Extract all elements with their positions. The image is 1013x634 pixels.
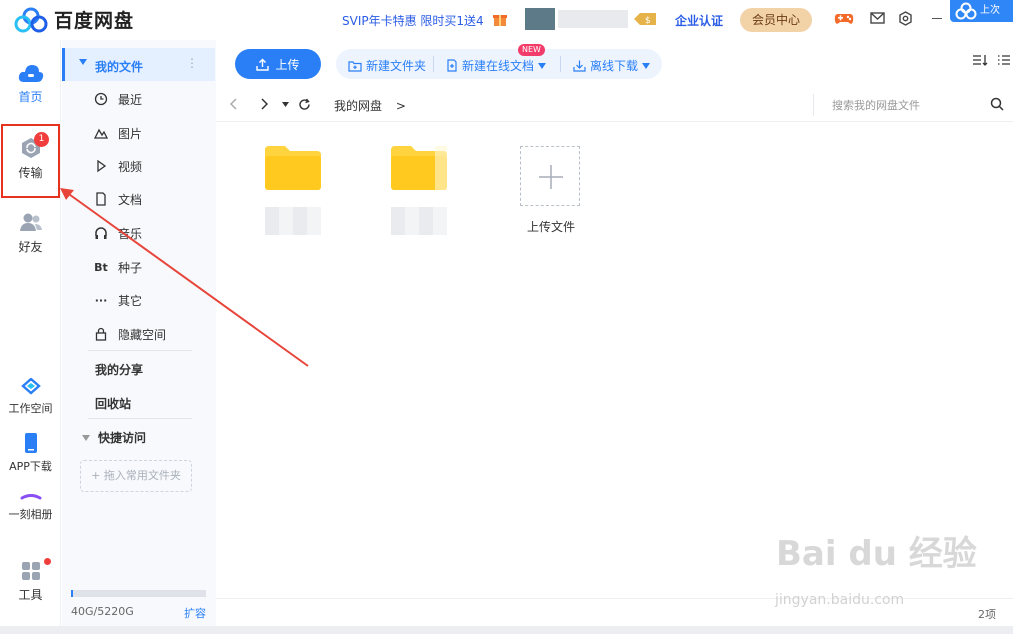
watermark-logo: Bai du 经验 (776, 534, 977, 574)
bottom-strip (0, 626, 1013, 634)
watermark-url: jingyan.baidu.com (775, 592, 905, 608)
app-window: 百度网盘 SVIP年卡特惠 限时买1送4 $ 企业认证 会员中心 上次 首页 1… (0, 0, 1013, 634)
